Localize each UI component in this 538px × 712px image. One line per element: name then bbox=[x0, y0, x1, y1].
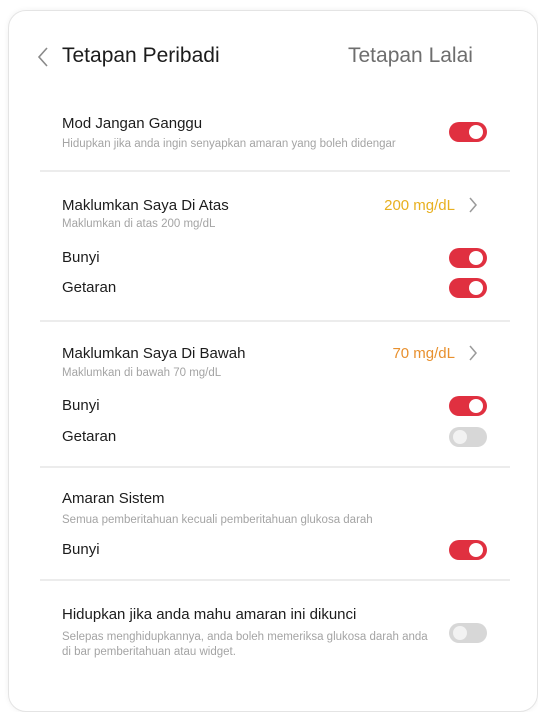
dnd-title: Mod Jangan Ganggu bbox=[62, 115, 203, 132]
section-divider bbox=[40, 466, 510, 468]
low-alert-vibration-toggle[interactable] bbox=[449, 427, 487, 447]
dnd-subtitle: Hidupkan jika anda ingin senyapkan amara… bbox=[62, 138, 396, 150]
high-alert-title: Maklumkan Saya Di Atas bbox=[62, 197, 229, 214]
low-alert-subtitle: Maklumkan di bawah 70 mg/dL bbox=[62, 367, 222, 379]
lockscreen-subtitle: Selepas menghidupkannya, anda boleh meme… bbox=[62, 631, 428, 658]
dnd-toggle[interactable] bbox=[449, 122, 487, 142]
high-alert-value[interactable]: 200 mg/dL bbox=[340, 197, 455, 214]
high-alert-subtitle: Maklumkan di atas 200 mg/dL bbox=[62, 218, 216, 230]
lockscreen-toggle[interactable] bbox=[449, 623, 487, 643]
system-alert-title: Amaran Sistem bbox=[62, 490, 165, 507]
default-settings-button[interactable]: Tetapan Lalai bbox=[348, 44, 473, 68]
low-alert-sound-label: Bunyi bbox=[62, 397, 100, 414]
high-alert-vibration-toggle[interactable] bbox=[449, 278, 487, 298]
system-alert-subtitle: Semua pemberitahuan kecuali pemberitahua… bbox=[62, 514, 373, 526]
high-alert-sound-label: Bunyi bbox=[62, 249, 100, 266]
low-alert-value[interactable]: 70 mg/dL bbox=[340, 345, 455, 362]
back-chevron-icon[interactable] bbox=[36, 46, 50, 68]
section-divider bbox=[40, 579, 510, 581]
high-alert-sound-toggle[interactable] bbox=[449, 248, 487, 268]
system-alert-sound-label: Bunyi bbox=[62, 541, 100, 558]
low-alert-chevron-icon[interactable] bbox=[468, 344, 478, 362]
low-alert-sound-toggle[interactable] bbox=[449, 396, 487, 416]
section-divider bbox=[40, 170, 510, 172]
high-alert-vibration-label: Getaran bbox=[62, 279, 117, 296]
section-divider bbox=[40, 320, 510, 322]
lockscreen-title: Hidupkan jika anda mahu amaran ini dikun… bbox=[62, 606, 357, 623]
system-alert-sound-toggle[interactable] bbox=[449, 540, 487, 560]
high-alert-chevron-icon[interactable] bbox=[468, 196, 478, 214]
low-alert-title: Maklumkan Saya Di Bawah bbox=[62, 345, 246, 362]
page-title: Tetapan Peribadi bbox=[62, 44, 220, 67]
low-alert-vibration-label: Getaran bbox=[62, 428, 117, 445]
